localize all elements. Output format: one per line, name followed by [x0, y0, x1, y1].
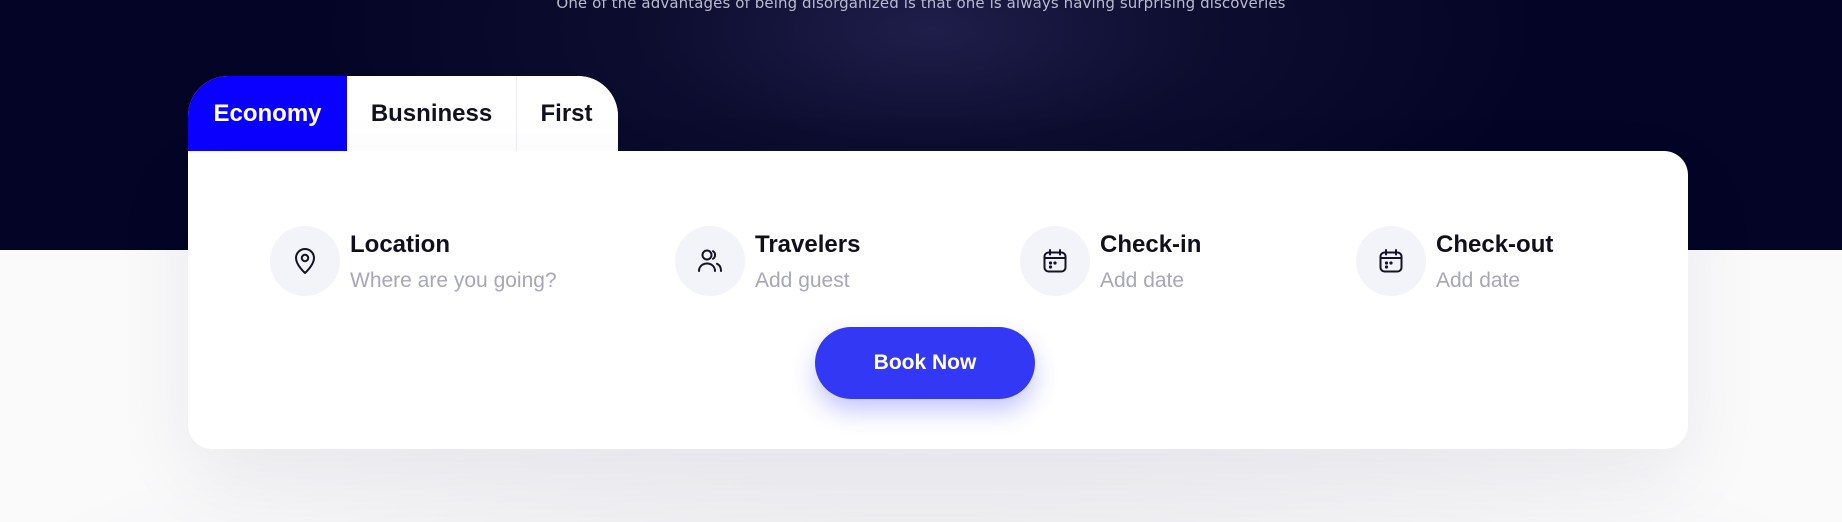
- travelers-field[interactable]: Travelers Add guest: [675, 226, 860, 298]
- tab-business[interactable]: Busniness: [347, 76, 517, 151]
- booking-form-card: Location Where are you going? Travelers …: [188, 151, 1688, 449]
- checkin-label: Check-in: [1100, 231, 1202, 258]
- hero-tagline: One of the advantages of being disorgani…: [556, 0, 1286, 12]
- class-tabs: Economy Busniness First: [188, 76, 618, 151]
- travelers-label: Travelers: [755, 231, 861, 258]
- checkout-label: Check-out: [1436, 231, 1554, 258]
- travelers-input[interactable]: Add guest: [755, 269, 860, 293]
- calendar-icon: [1020, 226, 1090, 296]
- tab-first[interactable]: First: [517, 76, 618, 151]
- location-pin-icon: [270, 226, 340, 296]
- checkout-input[interactable]: Add date: [1436, 269, 1553, 293]
- calendar-icon: [1356, 226, 1426, 296]
- checkin-field[interactable]: Check-in Add date: [1020, 226, 1201, 298]
- tab-economy[interactable]: Economy: [188, 76, 347, 151]
- location-label: Location: [350, 231, 450, 258]
- location-field[interactable]: Location Where are you going?: [270, 226, 557, 298]
- checkout-field[interactable]: Check-out Add date: [1356, 226, 1553, 298]
- book-now-button[interactable]: Book Now: [815, 327, 1035, 399]
- users-icon: [675, 226, 745, 296]
- location-input[interactable]: Where are you going?: [350, 269, 557, 293]
- checkin-input[interactable]: Add date: [1100, 269, 1201, 293]
